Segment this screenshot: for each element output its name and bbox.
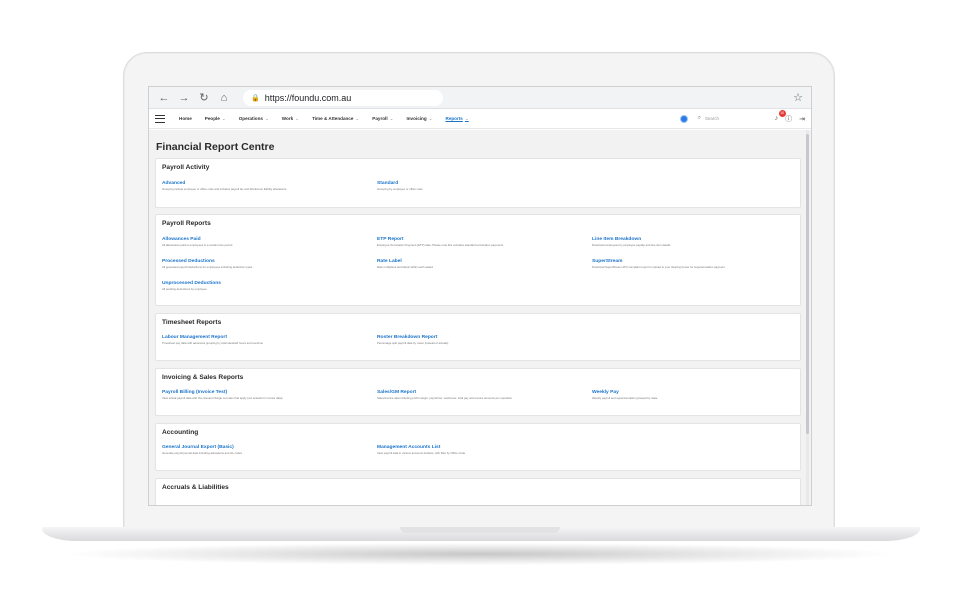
nav-invoicing-label: Invoicing — [406, 115, 427, 121]
app-nav-bar: Home People ⌄ Operations ⌄ Work ⌄ Time & At… — [149, 109, 811, 129]
report-desc: Weekly payroll and superannuation groupe… — [592, 396, 658, 400]
help-icon[interactable]: ⓘ — [785, 114, 792, 124]
nav-operations-label: Operations — [238, 115, 263, 121]
section-accounting: Accounting General Journal Export (Basic… — [155, 423, 801, 471]
scrollbar-thumb[interactable] — [806, 134, 809, 434]
section-invoicing-sales-reports: Invoicing & Sales Reports Payroll Billin… — [155, 368, 801, 416]
section-payroll-reports: Payroll Reports Allowances Paid All allo… — [155, 214, 801, 306]
chevron-down-icon: ⌄ — [464, 115, 469, 121]
section-timesheet-reports: Timesheet Reports Labour Management Repo… — [155, 313, 801, 361]
chevron-down-icon: ⌄ — [428, 115, 433, 121]
section-accruals-liabilities: Accruals & Liabilities — [155, 478, 801, 505]
reload-icon[interactable]: ↻ — [197, 91, 211, 105]
nav-work[interactable]: Work ⌄ — [282, 116, 299, 122]
nav-time-attendance[interactable]: Time & Attendance ⌄ — [312, 116, 359, 122]
nav-work-label: Work — [281, 115, 294, 121]
chevron-down-icon: ⌄ — [295, 115, 300, 121]
report-desc: All pending deductions by employee — [162, 287, 207, 291]
report-desc: Download SuperStream ATO compliant repor… — [592, 265, 725, 269]
report-processed-deductions[interactable]: Processed Deductions All generated payro… — [162, 259, 367, 269]
logout-icon[interactable]: ⇥ — [799, 115, 805, 123]
report-sales-gm[interactable]: Sales/GM Report Sales/invoice data inclu… — [377, 390, 582, 400]
section-title: Payroll Reports — [162, 220, 211, 227]
report-unprocessed-deductions[interactable]: Unprocessed Deductions All pending deduc… — [162, 281, 367, 291]
report-etp[interactable]: ETP Report Employee Termination Payment … — [377, 237, 582, 247]
nav-home-label: Home — [179, 116, 192, 121]
nav-reports-label: Reports — [445, 115, 463, 121]
nav-people-label: People — [204, 115, 220, 121]
nav-home[interactable]: Home — [179, 116, 192, 121]
forward-arrow-icon[interactable]: → — [177, 91, 191, 105]
report-desc: Timesheet pay data with advanced groupin… — [162, 341, 263, 345]
report-standard[interactable]: Standard Grouping by employee or office … — [377, 181, 582, 191]
report-management-accounts-list[interactable]: Management Accounts List View payroll da… — [377, 445, 582, 455]
report-labour-management[interactable]: Labour Management Report Timesheet pay d… — [162, 335, 367, 345]
report-desc: Sales/invoice data including profit marg… — [377, 396, 513, 400]
url-text: https://foundu.com.au — [264, 92, 352, 103]
section-payroll-activity: Payroll Activity Advanced Grouping inclu… — [155, 158, 801, 208]
section-title: Payroll Activity — [162, 164, 210, 171]
section-title: Invoicing & Sales Reports — [162, 374, 244, 381]
chevron-down-icon: ⌄ — [389, 115, 394, 121]
section-title: Accruals & Liabilities — [162, 484, 229, 491]
report-allowances-paid[interactable]: Allowances Paid All allowances paid to e… — [162, 237, 367, 247]
search-input[interactable]: ⌕ Search — [698, 115, 754, 122]
report-advanced[interactable]: Advanced Grouping include employee or of… — [162, 181, 367, 191]
report-line-item-breakdown[interactable]: Line Item Breakdown Download employees b… — [592, 237, 797, 247]
report-general-journal-export[interactable]: General Journal Export (Basic) Generate … — [162, 445, 367, 455]
page-title: Financial Report Centre — [156, 141, 275, 153]
chevron-down-icon: ⌄ — [355, 115, 360, 121]
stage: ← → ↻ ⌂ 🔒 https://foundu.com.au ☆ Home P… — [0, 0, 960, 600]
report-superstream[interactable]: SuperStream Download SuperStream ATO com… — [592, 259, 797, 269]
report-desc: All allowances paid to employees in a ce… — [162, 243, 233, 247]
notifications-bell-icon[interactable]: ♪ 10 — [775, 110, 786, 122]
bookmark-star-icon[interactable]: ☆ — [793, 91, 803, 104]
nav-payroll-label: Payroll — [372, 115, 388, 121]
nav-people[interactable]: People ⌄ — [205, 116, 226, 122]
report-desc: All generated payroll deductions for emp… — [162, 265, 253, 269]
search-placeholder: Search — [705, 116, 719, 121]
lock-icon: 🔒 — [251, 94, 260, 102]
nav-reports[interactable]: Reports ⌄ — [446, 116, 469, 122]
chevron-down-icon: ⌄ — [221, 115, 226, 121]
report-roster-breakdown[interactable]: Roster Breakdown Report Percentage split… — [377, 335, 582, 345]
report-desc: Grouping by employee or office code — [377, 187, 423, 191]
back-arrow-icon[interactable]: ← — [157, 91, 171, 105]
nav-payroll[interactable]: Payroll ⌄ — [372, 116, 393, 122]
hamburger-menu-icon[interactable] — [155, 114, 165, 123]
chevron-down-icon: ⌄ — [264, 115, 269, 121]
nav-right-group: ⌕ Search ♪ 10 ⓘ ⇥ — [679, 110, 805, 124]
report-desc: Generate payroll journal data including … — [162, 451, 242, 455]
report-desc: View actual payroll data with the releva… — [162, 396, 283, 400]
report-desc: Employee Termination Payment (ETP) data.… — [377, 243, 504, 247]
search-icon: ⌕ — [697, 115, 701, 121]
section-title: Timesheet Reports — [162, 319, 222, 326]
section-title: Accounting — [162, 429, 199, 436]
nav-invoicing[interactable]: Invoicing ⌄ — [406, 116, 432, 122]
report-rate-label[interactable]: Rate Label Rate multipliers and labels w… — [377, 259, 582, 269]
globe-icon[interactable] — [679, 114, 688, 123]
laptop-base-notch — [400, 527, 560, 533]
report-desc: View payroll data in various accounts bu… — [377, 451, 466, 455]
nav-operations[interactable]: Operations ⌄ — [239, 116, 269, 122]
report-payroll-billing[interactable]: Payroll Billing (Invoice Test) View actu… — [162, 390, 367, 400]
report-desc: Rate multipliers and labels within each … — [377, 265, 433, 269]
report-weekly-pay[interactable]: Weekly Pay Weekly payroll and superannua… — [592, 390, 797, 400]
laptop-screen: ← → ↻ ⌂ 🔒 https://foundu.com.au ☆ Home P… — [148, 86, 812, 506]
report-desc: Percentage split payroll data by roster … — [377, 341, 449, 345]
laptop-shadow — [70, 543, 890, 565]
report-desc: Grouping include employee or office code… — [162, 187, 288, 191]
browser-toolbar: ← → ↻ ⌂ 🔒 https://foundu.com.au ☆ — [149, 87, 811, 109]
nav-time-attendance-label: Time & Attendance — [312, 115, 354, 121]
main-content: Financial Report Centre Payroll Activity… — [149, 130, 811, 505]
address-bar[interactable]: 🔒 https://foundu.com.au — [243, 89, 443, 106]
home-icon[interactable]: ⌂ — [217, 91, 231, 105]
report-desc: Download employees by employee payslip a… — [592, 243, 671, 247]
